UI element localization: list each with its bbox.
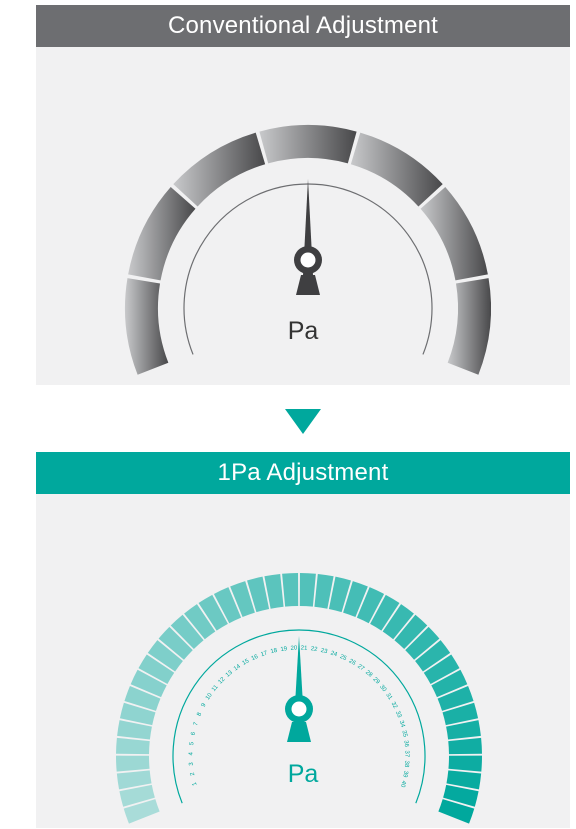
gauge-segment bbox=[128, 186, 196, 281]
one-pa-gauge-area: 1 2 3 4 5 6 7 8 9 10 11 12 13 14 15 16 17 18 19 20 21 22 23 24 2… bbox=[36, 494, 570, 828]
scale-label: 12 bbox=[218, 676, 227, 685]
scale-label: 24 bbox=[330, 650, 339, 658]
gauge-unit-label: Pa bbox=[287, 760, 319, 788]
scale-label: 33 bbox=[394, 710, 402, 719]
scale-label: 19 bbox=[280, 646, 288, 653]
needle-icon bbox=[294, 179, 322, 295]
one-pa-adjustment-title: 1Pa Adjustment bbox=[36, 452, 570, 494]
gauge-segment bbox=[350, 132, 443, 207]
scale-label: 21 bbox=[301, 646, 309, 652]
scale-label: 27 bbox=[356, 664, 365, 673]
scale-label: 31 bbox=[384, 692, 393, 701]
gauge-segment bbox=[173, 132, 266, 207]
scale-label: 34 bbox=[398, 720, 406, 729]
scale-label: 6 bbox=[191, 731, 198, 736]
gauge-segment bbox=[282, 573, 299, 607]
scale-label: 29 bbox=[371, 677, 380, 686]
gauge-segment bbox=[420, 186, 488, 281]
scale-label: 11 bbox=[211, 684, 220, 693]
scale-label: 22 bbox=[310, 646, 318, 653]
scale-label: 17 bbox=[260, 650, 269, 658]
scale-label: 26 bbox=[348, 658, 357, 667]
scale-label: 16 bbox=[251, 654, 260, 662]
scale-label: 15 bbox=[242, 658, 251, 667]
one-pa-adjustment-panel: 1Pa Adjustment 1 2 3 4 5 6 7 8 9 10 11 12 13 14 15 16 17… bbox=[36, 452, 570, 828]
scale-label: 10 bbox=[205, 692, 214, 701]
scale-label: 37 bbox=[403, 750, 409, 757]
scale-label: 14 bbox=[233, 663, 242, 672]
scale-label: 32 bbox=[390, 701, 399, 710]
scale-label: 30 bbox=[378, 684, 387, 693]
needle-icon bbox=[285, 636, 313, 742]
scale-label: 13 bbox=[225, 669, 234, 678]
scale-label: 18 bbox=[270, 648, 279, 656]
scale-label: 5 bbox=[189, 741, 195, 746]
scale-label: 4 bbox=[189, 751, 195, 755]
scale-label: 28 bbox=[364, 670, 373, 679]
gauge-segment bbox=[299, 573, 316, 607]
down-triangle-icon bbox=[285, 409, 321, 434]
scale-label: 8 bbox=[196, 711, 203, 717]
scale-label: 9 bbox=[201, 702, 208, 708]
scale-label: 20 bbox=[290, 646, 298, 652]
scale-label: 36 bbox=[402, 740, 409, 748]
gauge-segment bbox=[259, 124, 357, 164]
gauge-segment bbox=[448, 737, 482, 755]
scale-label: 7 bbox=[193, 721, 200, 727]
scale-label: 23 bbox=[320, 648, 329, 656]
scale-label: 25 bbox=[339, 654, 348, 662]
gauge-unit-label: Pa bbox=[287, 317, 319, 345]
conventional-gauge-area: Pa bbox=[36, 47, 570, 385]
conventional-adjustment-panel: Conventional Adjustment Pa bbox=[36, 5, 570, 385]
gauge-segment bbox=[116, 737, 150, 755]
conventional-adjustment-title: Conventional Adjustment bbox=[36, 5, 570, 47]
scale-label: 35 bbox=[400, 730, 407, 738]
